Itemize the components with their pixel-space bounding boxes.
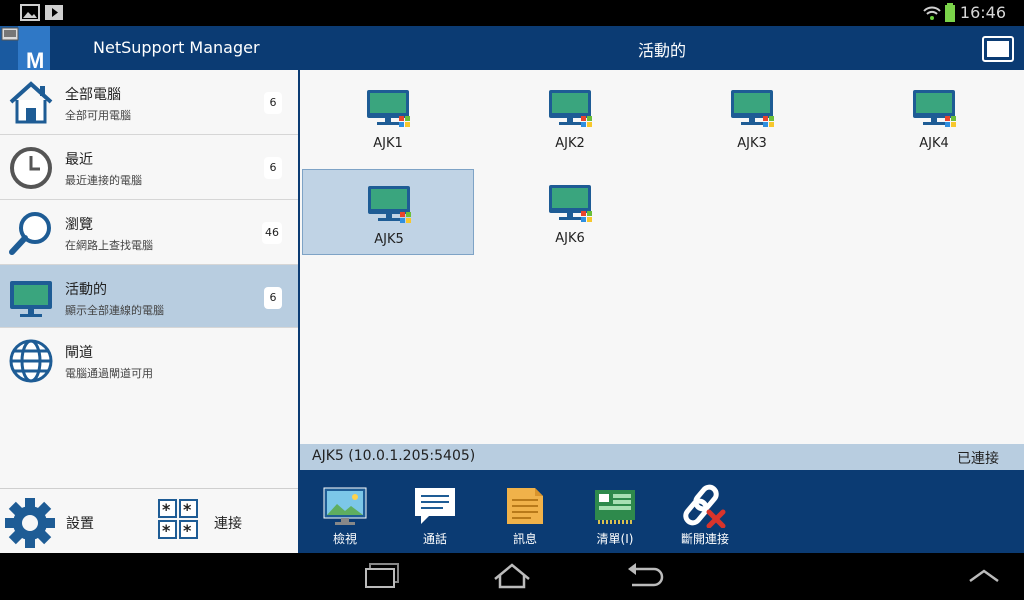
- inventory-board-icon: [595, 490, 635, 524]
- connect-grid-icon: * * * *: [158, 499, 198, 540]
- home-icon: [9, 81, 53, 124]
- status-bar: 16:46: [0, 0, 1024, 26]
- view-label: 檢視: [332, 532, 357, 546]
- sidebar-item-title: 瀏覽: [65, 217, 93, 233]
- computer-name: AJK2: [555, 136, 585, 151]
- count-badge: 6: [264, 92, 282, 114]
- settings-label: 設置: [66, 516, 94, 532]
- sidebar-item-recent[interactable]: 最近 最近連接的電腦 6: [0, 135, 298, 200]
- sidebar-item-subtitle: 在網路上查找電腦: [65, 239, 153, 252]
- recent-apps-icon[interactable]: [364, 561, 402, 591]
- monitor-icon: [10, 281, 52, 317]
- app-header: M NetSupport Manager: [0, 26, 298, 70]
- computer-item[interactable]: AJK6: [484, 169, 656, 255]
- sidebar: M NetSupport Manager 全部電腦 全部可用電腦 6 最近 最近…: [0, 26, 298, 553]
- windows-computer-icon: [549, 90, 592, 127]
- computer-name: AJK5: [374, 232, 404, 247]
- windows-computer-icon: [731, 90, 774, 127]
- svg-text:M: M: [26, 48, 44, 70]
- sidebar-item-subtitle: 電腦通過閘道可用: [65, 367, 153, 380]
- video-notification-icon: [45, 5, 63, 20]
- svg-text:*: *: [183, 500, 192, 519]
- globe-icon: [9, 339, 53, 383]
- view-screen-icon: [323, 487, 367, 525]
- netsupport-logo-icon: M: [0, 26, 50, 70]
- message-button[interactable]: 訊息: [480, 470, 570, 553]
- app-title: NetSupport Manager: [93, 38, 260, 57]
- window-icon: [987, 41, 1009, 57]
- chat-button[interactable]: 通話: [390, 470, 480, 553]
- sidebar-footer: 設置 * * * * 連接: [0, 488, 298, 553]
- page-title: 活動的: [637, 41, 686, 60]
- action-toolbar: 檢視 通話 訊息 清單(I) 斷開連接: [300, 470, 1024, 553]
- computer-item[interactable]: AJK4: [848, 74, 1020, 160]
- count-badge: 6: [264, 157, 282, 179]
- sidebar-item-title: 閘道: [65, 345, 93, 361]
- computer-item[interactable]: AJK2: [484, 74, 656, 160]
- message-label: 訊息: [512, 532, 537, 546]
- sidebar-item-subtitle: 全部可用電腦: [65, 109, 131, 122]
- battery-icon: [945, 3, 955, 22]
- window-toggle-button[interactable]: [982, 36, 1014, 62]
- sidebar-item-all-computers[interactable]: 全部電腦 全部可用電腦 6: [0, 70, 298, 135]
- chevron-up-icon[interactable]: [966, 567, 1002, 587]
- disconnect-label: 斷開連接: [680, 532, 729, 546]
- search-icon: [9, 212, 51, 255]
- inventory-button[interactable]: 清單(I): [570, 470, 660, 553]
- main-panel: 活動的 AJK1 AJK2 AJK3 AJK4 AJK5 AJK6 AJK5 (10.0.…: [300, 26, 1024, 553]
- windows-computer-icon: [549, 185, 592, 222]
- home-nav-icon[interactable]: [492, 561, 532, 591]
- disconnect-link-icon: [683, 484, 726, 528]
- clock-icon: [10, 147, 52, 189]
- computer-name: AJK1: [373, 136, 403, 151]
- computer-name: AJK6: [555, 231, 585, 246]
- settings-button[interactable]: 設置: [4, 497, 144, 549]
- count-badge: 6: [264, 287, 282, 309]
- chat-bubble-icon: [415, 488, 455, 524]
- image-notification-icon: [20, 4, 40, 21]
- computer-name: AJK3: [737, 136, 767, 151]
- windows-computer-icon: [913, 90, 956, 127]
- connection-info-bar: AJK5 (10.0.1.205:5405) 已連接: [300, 444, 1024, 470]
- sidebar-item-title: 活動的: [65, 282, 107, 298]
- connect-label: 連接: [214, 516, 242, 532]
- connection-address: AJK5 (10.0.1.205:5405): [312, 448, 476, 464]
- sidebar-item-title: 最近: [65, 152, 93, 168]
- computer-item[interactable]: AJK1: [302, 74, 474, 160]
- connect-button[interactable]: * * * * 連接: [158, 499, 288, 547]
- disconnect-button[interactable]: 斷開連接: [660, 470, 750, 553]
- message-note-icon: [507, 488, 543, 524]
- count-badge: 46: [262, 222, 282, 244]
- system-nav-bar: [0, 553, 1024, 600]
- connection-status: 已連接: [957, 451, 999, 467]
- sidebar-item-subtitle: 顯示全部連線的電腦: [65, 304, 164, 317]
- back-icon[interactable]: [624, 561, 664, 591]
- view-button[interactable]: 檢視: [300, 470, 390, 553]
- sidebar-item-subtitle: 最近連接的電腦: [65, 174, 142, 187]
- main-header: 活動的: [300, 26, 1024, 70]
- svg-text:*: *: [183, 521, 192, 539]
- sidebar-item-browse[interactable]: 瀏覽 在網路上查找電腦 46: [0, 200, 298, 265]
- svg-text:*: *: [162, 500, 171, 519]
- computer-item[interactable]: AJK3: [666, 74, 838, 160]
- inventory-label: 清單(I): [596, 532, 634, 546]
- windows-computer-icon: [367, 90, 410, 127]
- computer-name: AJK4: [919, 136, 949, 151]
- clock: 16:46: [959, 3, 1006, 22]
- computer-item[interactable]: AJK5: [302, 169, 474, 255]
- sidebar-item-title: 全部電腦: [65, 87, 121, 103]
- windows-computer-icon: [368, 186, 411, 223]
- gear-icon: [5, 498, 55, 548]
- wifi-icon: [923, 6, 941, 20]
- sidebar-item-active[interactable]: 活動的 顯示全部連線的電腦 6: [0, 265, 298, 328]
- svg-text:*: *: [162, 521, 171, 539]
- chat-label: 通話: [422, 532, 447, 546]
- sidebar-item-gateway[interactable]: 閘道 電腦通過閘道可用: [0, 328, 298, 392]
